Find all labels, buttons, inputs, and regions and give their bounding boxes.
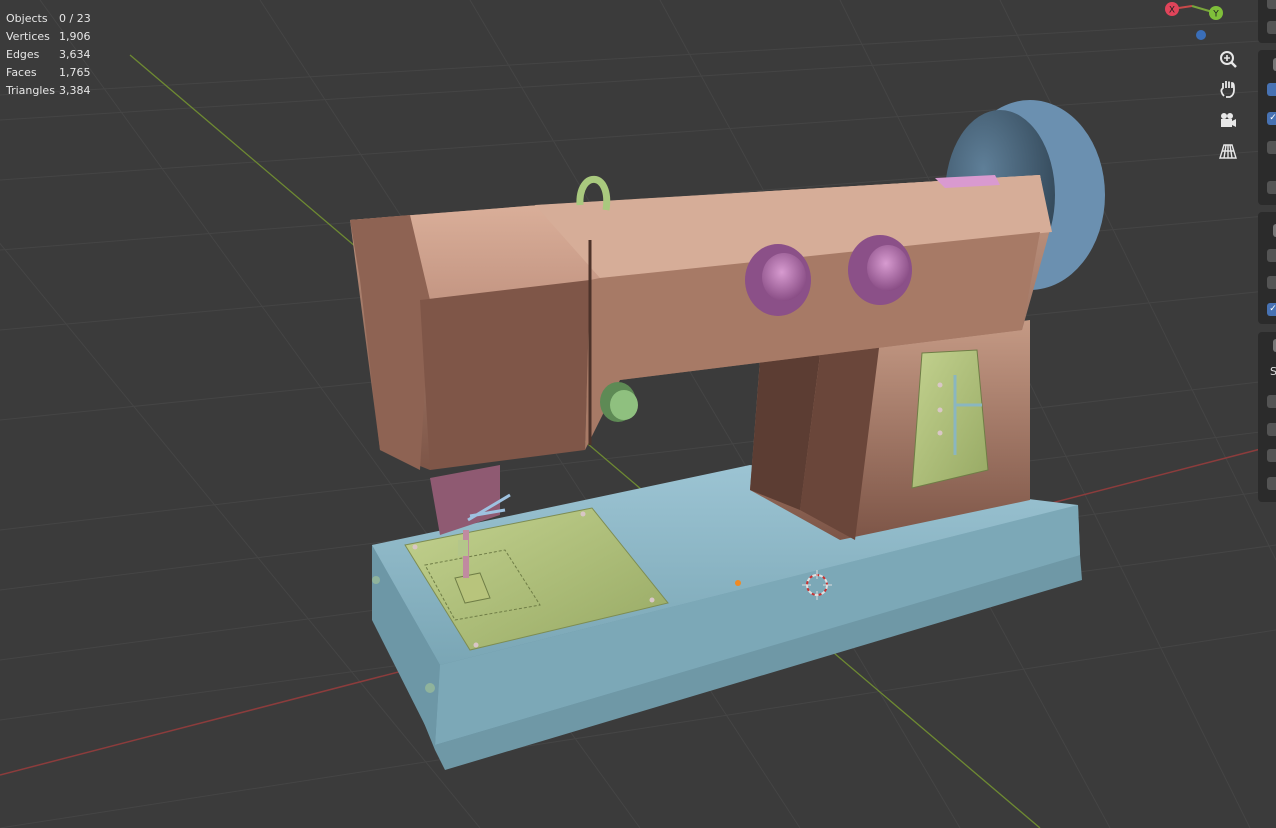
gizmo-z-axis[interactable] — [1196, 30, 1206, 40]
panel-button[interactable] — [1267, 0, 1276, 9]
panel-checkbox[interactable] — [1267, 423, 1276, 436]
stat-row: Vertices 1,906 — [6, 30, 91, 43]
scene-canvas[interactable] — [0, 0, 1276, 828]
stat-row: Objects 0 / 23 — [6, 12, 91, 25]
panel-checkbox[interactable] — [1267, 141, 1276, 154]
stat-row: Faces 1,765 — [6, 66, 91, 79]
dial-knob-left[interactable] — [745, 244, 811, 316]
panel-toggle[interactable] — [1267, 83, 1276, 96]
panel-label: Sy — [1270, 365, 1276, 378]
zoom-icon[interactable] — [1214, 46, 1242, 72]
panel-checkbox[interactable] — [1267, 249, 1276, 262]
panel-button[interactable] — [1267, 21, 1276, 34]
stat-row: Triangles 3,384 — [6, 84, 91, 97]
gizmo-y-label: Y — [1212, 10, 1219, 20]
panel-checkbox[interactable] — [1267, 449, 1276, 462]
panel-section — [1258, 0, 1276, 43]
scene-statistics: Objects 0 / 23 Vertices 1,906 Edges 3,634 F… — [6, 10, 99, 100]
hand-pan-icon[interactable] — [1214, 76, 1242, 102]
gizmo-x-label: X — [1169, 6, 1175, 16]
panel-checkbox[interactable] — [1267, 276, 1276, 289]
origin-point — [735, 580, 741, 586]
panel-checkbox[interactable]: ✓ — [1267, 303, 1276, 316]
panel-checkbox[interactable] — [1267, 395, 1276, 408]
panel-checkbox[interactable] — [1267, 477, 1276, 490]
3d-viewport[interactable]: Objects 0 / 23 Vertices 1,906 Edges 3,634 F… — [0, 0, 1276, 828]
dial-knob-right[interactable] — [848, 235, 912, 305]
grid-perspective-icon[interactable] — [1214, 138, 1242, 164]
panel-checkbox[interactable]: ✓ — [1267, 112, 1276, 125]
panel-section: ✓ — [1258, 50, 1276, 205]
navigation-gizmo[interactable]: X Y — [1160, 0, 1240, 50]
stat-row: Edges 3,634 — [6, 48, 91, 61]
properties-panel-edge[interactable]: ✓ ✓ Sy — [1256, 0, 1276, 828]
panel-section: ✓ — [1258, 212, 1276, 324]
panel-button[interactable] — [1267, 181, 1276, 194]
panel-section: Sy — [1258, 332, 1276, 502]
camera-icon[interactable] — [1214, 107, 1242, 133]
stitch-knob[interactable] — [600, 382, 638, 422]
